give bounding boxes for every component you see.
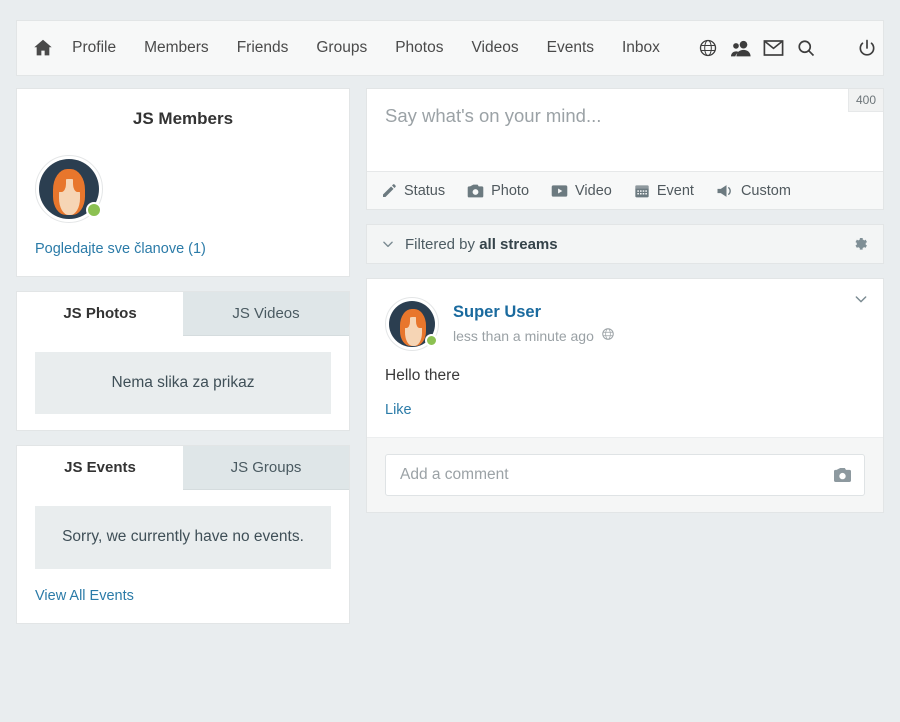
members-footer: Pogledajte sve članove (1) [17,224,349,276]
comment-area: Add a comment [367,437,883,512]
tab-js-videos[interactable]: JS Videos [183,292,349,336]
filter-value: all streams [479,235,558,253]
events-footer: View All Events [17,585,349,623]
view-all-members-link[interactable]: Pogledajte sve članove (1) [35,241,206,257]
composer-status-button[interactable]: Status [381,183,445,199]
filter-label: Filtered by all streams [405,236,558,253]
sidebar: JS Members Pogledajte sve članove (1) JS… [16,88,350,638]
composer-toolbar: Status Photo Video Event Custom [367,171,883,209]
tab-js-groups[interactable]: JS Groups [183,446,349,491]
post-actions: Like [367,385,883,437]
post-author-avatar[interactable] [385,297,439,351]
composer-custom-label: Custom [740,182,791,199]
stream-filter-bar: Filtered by all streams [366,224,884,264]
post-header: Super User less than a minute ago [367,279,883,351]
main-content: Say what's on your mind... 400 Status Ph… [366,88,884,513]
post-author-link[interactable]: Super User [453,303,541,321]
composer-photo-label: Photo [491,182,530,199]
filter-prefix: Filtered by [405,235,476,253]
composer-placeholder: Say what's on your mind... [385,105,602,126]
friends-icon[interactable] [725,28,758,68]
video-icon [551,183,568,199]
nav-link-videos[interactable]: Videos [457,28,532,68]
avatar[interactable] [35,155,103,223]
megaphone-icon [716,183,734,199]
like-button[interactable]: Like [385,402,412,418]
online-status-dot [425,334,438,347]
comment-placeholder: Add a comment [400,466,509,483]
composer-status-label: Status [404,182,446,199]
globe-icon [601,327,615,344]
composer-video-button[interactable]: Video [551,183,612,199]
nav-link-inbox[interactable]: Inbox [608,28,674,68]
avatar-fringe-left [403,315,410,328]
home-icon[interactable] [27,28,58,68]
nav-link-friends[interactable]: Friends [223,28,303,68]
composer-input-area[interactable]: Say what's on your mind... 400 [367,89,883,171]
nav-link-profile[interactable]: Profile [58,28,130,68]
composer-event-label: Event [656,182,694,199]
envelope-icon[interactable] [757,28,790,68]
globe-icon[interactable] [692,28,725,68]
nav-link-events[interactable]: Events [533,28,608,68]
avatar-fringe-right [73,176,82,192]
status-composer: Say what's on your mind... 400 Status Ph… [366,88,884,210]
post-meta: Super User less than a minute ago [453,297,615,351]
online-status-dot [86,202,102,218]
post-time-label: less than a minute ago [453,327,594,344]
events-tabs: JS Events JS Groups [17,446,349,491]
post-timestamp: less than a minute ago [453,327,615,344]
events-panel: JS Events JS Groups Sorry, we currently … [16,445,350,624]
nav-link-photos[interactable]: Photos [381,28,457,68]
gear-icon[interactable] [852,236,869,253]
post-options-chevron-down-icon[interactable] [853,291,869,307]
nav-link-members[interactable]: Members [130,28,223,68]
comment-input[interactable]: Add a comment [385,454,865,496]
post-body-text: Hello there [385,367,460,384]
camera-icon [467,183,484,199]
avatar-fringe-left [57,176,66,192]
composer-custom-button[interactable]: Custom [716,183,791,199]
photos-panel: JS Photos JS Videos Nema slika za prikaz [16,291,350,432]
tab-js-photos[interactable]: JS Photos [17,292,183,336]
photos-empty-message: Nema slika za prikaz [35,352,331,415]
members-panel: JS Members Pogledajte sve članove (1) [16,88,350,277]
page-root: Profile Members Friends Groups Photos Vi… [0,0,900,722]
camera-icon[interactable] [833,467,852,484]
pencil-icon [381,183,397,199]
post-card: Super User less than a minute ago Hello … [366,278,884,513]
composer-video-label: Video [575,182,612,199]
search-icon[interactable] [790,28,823,68]
composer-event-button[interactable]: Event [634,183,694,199]
events-empty-message: Sorry, we currently have no events. [35,506,331,569]
top-navbar: Profile Members Friends Groups Photos Vi… [16,20,884,76]
nav-link-groups[interactable]: Groups [302,28,381,68]
members-list [17,133,349,224]
photos-tabs: JS Photos JS Videos [17,292,349,336]
power-icon[interactable] [850,28,883,68]
tab-js-events[interactable]: JS Events [17,446,183,491]
avatar-fringe-right [416,315,423,328]
chevron-down-icon[interactable] [381,237,395,251]
calendar-icon [634,183,650,199]
character-counter: 400 [847,89,883,112]
composer-photo-button[interactable]: Photo [467,183,529,199]
view-all-events-link[interactable]: View All Events [35,588,134,604]
members-panel-title: JS Members [132,109,234,128]
